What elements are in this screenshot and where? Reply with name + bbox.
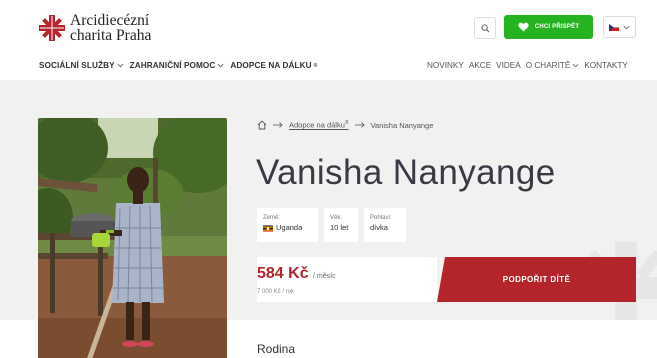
breadcrumb-current: Vanisha Nanyange xyxy=(370,120,434,130)
price-monthly-unit: / měsíc xyxy=(313,273,336,280)
info-age: Věk: 10 let xyxy=(324,208,358,242)
info-age-label: Věk: xyxy=(330,215,343,221)
breadcrumb: Adopce na dálku® Vanisha Nanyange xyxy=(257,120,433,130)
donate-button-label: CHCI PŘISPĚT xyxy=(534,24,580,30)
child-profile-section: Adopce na dálku® Vanisha Nanyange Vanish… xyxy=(0,80,657,358)
nav-item-events[interactable]: AKCE xyxy=(469,61,491,70)
info-gender-value: dívka xyxy=(370,223,388,232)
breadcrumb-link-adoption[interactable]: Adopce na dálku® xyxy=(289,120,349,130)
nav-item-about[interactable]: O CHARITĚ xyxy=(526,61,580,70)
language-selector[interactable] xyxy=(603,16,636,38)
price-monthly: 584 Kč xyxy=(257,265,309,282)
chevron-down-icon xyxy=(572,63,579,68)
child-name: Vanisha Nanyange xyxy=(256,153,556,192)
nav-item-adoption[interactable]: ADOPCE NA DÁLKU ® xyxy=(230,61,317,70)
support-child-button-label: PODPOŘIT DÍTĚ xyxy=(502,275,571,284)
section-heading-family: Rodina xyxy=(257,342,296,356)
logo-line-1: Arcidiecézní xyxy=(70,12,150,29)
arrow-right-icon xyxy=(273,122,283,128)
site-header: Arcidiecézní charita Praha CHCI PŘISPĚT … xyxy=(0,0,657,80)
info-country-value: Uganda xyxy=(276,223,303,232)
czech-flag-icon xyxy=(609,23,619,31)
home-icon[interactable] xyxy=(257,120,267,130)
nav-item-social-services[interactable]: SOCIÁLNÍ SLUŽBY xyxy=(39,61,124,70)
chevron-down-icon xyxy=(623,25,630,29)
heart-icon xyxy=(518,22,529,32)
nav-item-news[interactable]: NOVINKY xyxy=(427,61,464,70)
info-gender: Pohlaví: dívka xyxy=(364,208,406,242)
child-photo xyxy=(38,118,227,358)
nav-item-contacts[interactable]: KONTAKTY xyxy=(584,61,628,70)
nav-item-videos[interactable]: VIDEA xyxy=(496,61,521,70)
arrow-right-icon xyxy=(354,122,365,128)
nav-item-foreign-aid[interactable]: ZAHRANIČNÍ POMOC xyxy=(130,61,225,70)
main-navigation: SOCIÁLNÍ SLUŽBY ZAHRANIČNÍ POMOC ADOPCE … xyxy=(39,61,317,70)
child-photo-image xyxy=(38,118,227,358)
support-child-button[interactable]: PODPOŘIT DÍTĚ xyxy=(437,257,636,302)
charita-cross-logo-icon xyxy=(39,15,65,41)
logo-line-2: charita Praha xyxy=(70,27,152,44)
uganda-flag-icon xyxy=(263,225,273,231)
info-age-value: 10 let xyxy=(330,223,349,232)
donate-button[interactable]: CHCI PŘISPĚT xyxy=(504,15,593,39)
info-country: Země: Uganda xyxy=(257,208,318,242)
chevron-down-icon xyxy=(218,63,224,68)
search-icon xyxy=(480,23,489,32)
price-yearly: 7 000 Kč / rok xyxy=(257,289,295,295)
info-country-label: Země: xyxy=(263,215,281,221)
price-box: 584 Kč / měsíc 7 000 Kč / rok xyxy=(257,257,437,302)
site-logo[interactable]: Arcidiecézní charita Praha xyxy=(39,13,151,43)
info-gender-label: Pohlaví: xyxy=(370,215,392,221)
secondary-navigation: NOVINKY AKCE VIDEA O CHARITĚ KONTAKTY xyxy=(427,61,628,70)
search-button[interactable] xyxy=(474,17,496,39)
chevron-down-icon xyxy=(117,63,124,68)
